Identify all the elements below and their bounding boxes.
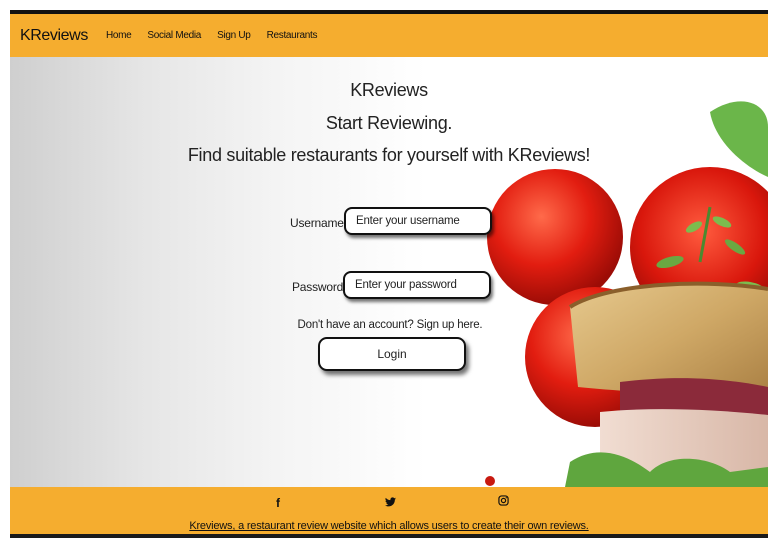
hero-section: KReviews Start Reviewing. Find suitable …: [10, 57, 768, 487]
footer: f Kreviews, a restaurant review website …: [10, 487, 768, 534]
twitter-icon[interactable]: [385, 496, 396, 510]
login-button[interactable]: Login: [318, 337, 466, 371]
page-frame: KReviews Home Social Media Sign Up Resta…: [10, 14, 768, 534]
hero-subtitle: Start Reviewing.: [325, 113, 453, 133]
nav-link-restaurants[interactable]: Restaurants: [267, 30, 318, 41]
username-label: Username:: [290, 216, 347, 230]
window-bottom-border: [10, 534, 768, 538]
nav-link-home[interactable]: Home: [106, 30, 132, 41]
nav-link-sign-up[interactable]: Sign Up: [217, 30, 251, 41]
hero-tagline: Find suitable restaurants for yourself w…: [187, 145, 591, 165]
footer-description: Kreviews, a restaurant review website wh…: [189, 520, 589, 532]
instagram-icon[interactable]: [498, 495, 509, 509]
password-label: Password:: [292, 280, 347, 294]
brand-logo[interactable]: KReviews: [20, 27, 88, 45]
navbar: KReviews Home Social Media Sign Up Resta…: [10, 14, 768, 57]
signup-link[interactable]: Don't have an account? Sign up here.: [10, 319, 768, 331]
hero-title: KReviews: [350, 80, 428, 100]
facebook-icon[interactable]: f: [276, 496, 280, 510]
password-input[interactable]: Enter your password: [343, 271, 491, 299]
nav-link-social-media[interactable]: Social Media: [147, 30, 201, 41]
username-input[interactable]: Enter your username: [344, 207, 492, 235]
